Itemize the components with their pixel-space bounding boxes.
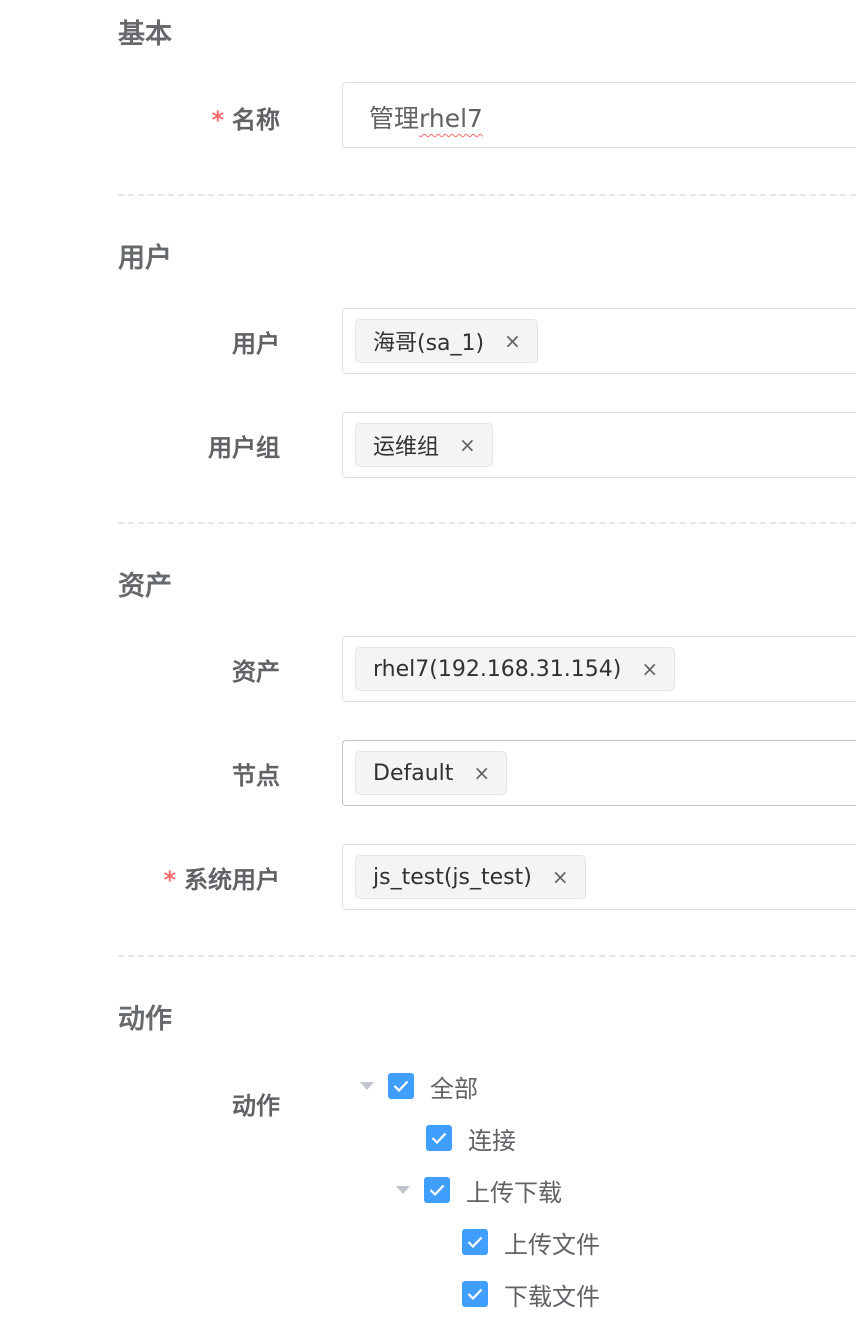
- user-groups-label: 用户组: [208, 434, 280, 462]
- section-title-user: 用户: [118, 243, 172, 274]
- user-tag: 海哥(sa_1) ×: [355, 319, 538, 363]
- section-title-action: 动作: [118, 1004, 172, 1035]
- caret-down-icon[interactable]: [360, 1082, 374, 1090]
- system-users-select[interactable]: js_test(js_test) ×: [342, 844, 856, 910]
- required-mark: *: [211, 106, 224, 134]
- section-divider: [118, 194, 856, 196]
- section-divider: [118, 522, 856, 524]
- required-mark: *: [163, 866, 176, 894]
- checkbox-checked-icon[interactable]: [388, 1073, 414, 1099]
- tree-node-all[interactable]: 全部: [360, 1068, 478, 1104]
- nodes-select[interactable]: Default ×: [342, 740, 856, 806]
- close-icon[interactable]: ×: [459, 435, 476, 455]
- tree-node-upload-file[interactable]: 上传文件: [462, 1224, 600, 1260]
- section-title-basic: 基本: [118, 19, 172, 50]
- name-label: * 名称: [211, 106, 280, 134]
- close-icon[interactable]: ×: [504, 331, 521, 351]
- close-icon[interactable]: ×: [552, 867, 569, 887]
- system-users-label: * 系统用户: [163, 866, 280, 894]
- checkbox-checked-icon[interactable]: [462, 1229, 488, 1255]
- close-icon[interactable]: ×: [641, 659, 658, 679]
- tree-node-download-file[interactable]: 下载文件: [462, 1276, 600, 1312]
- close-icon[interactable]: ×: [473, 763, 490, 783]
- section-title-asset: 资产: [118, 571, 172, 602]
- users-select[interactable]: 海哥(sa_1) ×: [342, 308, 856, 374]
- nodes-label: 节点: [232, 762, 280, 790]
- section-divider: [118, 955, 856, 957]
- checkbox-checked-icon[interactable]: [462, 1281, 488, 1307]
- name-input[interactable]: 管理rhel7: [342, 82, 856, 148]
- actions-label: 动作: [232, 1092, 280, 1120]
- checkbox-checked-icon[interactable]: [424, 1177, 450, 1203]
- caret-down-icon[interactable]: [396, 1186, 410, 1194]
- tree-node-connect[interactable]: 连接: [426, 1120, 516, 1156]
- asset-tag: rhel7(192.168.31.154) ×: [355, 647, 676, 691]
- assets-label: 资产: [232, 658, 280, 686]
- user-groups-select[interactable]: 运维组 ×: [342, 412, 856, 478]
- tree-node-upload-download[interactable]: 上传下载: [396, 1172, 562, 1208]
- node-tag: Default ×: [355, 751, 508, 795]
- user-group-tag: 运维组 ×: [355, 423, 493, 467]
- checkbox-checked-icon[interactable]: [426, 1125, 452, 1151]
- assets-select[interactable]: rhel7(192.168.31.154) ×: [342, 636, 856, 702]
- users-label: 用户: [232, 330, 280, 358]
- system-user-tag: js_test(js_test) ×: [355, 855, 586, 899]
- permission-form: 基本 * 名称 管理rhel7 用户 用户 海哥(sa_1) × 用户组 运维组 …: [0, 0, 856, 1326]
- name-input-value: 管理rhel7: [369, 104, 483, 133]
